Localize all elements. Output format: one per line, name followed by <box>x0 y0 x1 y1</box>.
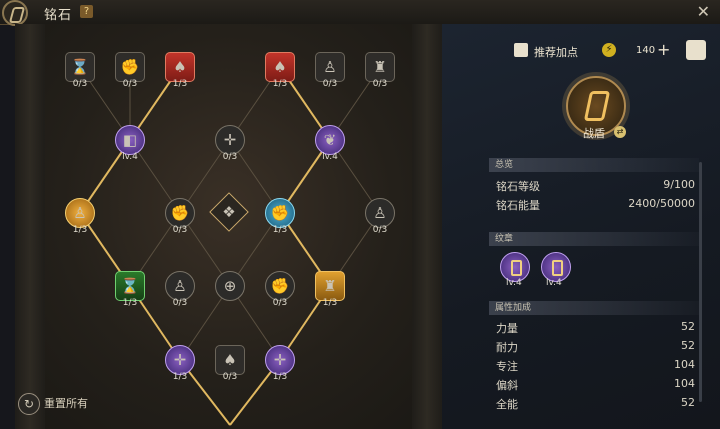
rune-node[interactable]: ✊ <box>115 52 145 82</box>
rune-node-count: lv.4 <box>122 152 138 162</box>
rune-node-icon: ♠ <box>173 58 187 76</box>
attribute-value: 104 <box>674 377 695 390</box>
rune-node-icon: ♙ <box>73 204 87 222</box>
attributes-section-header: 属性加成 <box>489 301 699 315</box>
rune-node[interactable]: ♜ <box>315 271 345 301</box>
rune-node-icon: ❖ <box>222 203 236 221</box>
role-name: 战盾 <box>583 127 605 140</box>
rune-node-icon: ✊ <box>170 204 190 222</box>
rune-node-count: 0/3 <box>272 298 288 308</box>
rune-node-icon: ♜ <box>323 277 337 295</box>
rune-node[interactable]: ✊ <box>165 198 195 228</box>
rune-node[interactable]: ⌛ <box>115 271 145 301</box>
add-points-button[interactable]: + <box>657 40 670 59</box>
rune-node-count: 0/3 <box>172 298 188 308</box>
rune-node-count: 0/3 <box>222 152 238 162</box>
rune-node-icon: ❦ <box>323 131 337 149</box>
rune-node[interactable]: ♠ <box>215 345 245 375</box>
attribute-label: 偏斜 <box>496 379 518 392</box>
rune-node-icon: ✛ <box>273 351 287 369</box>
rune-node-icon: ✛ <box>223 131 237 149</box>
rune-node-count: lv.4 <box>322 152 338 162</box>
rune-node-count: 0/3 <box>172 225 188 235</box>
badges-section-header: 纹章 <box>489 232 699 246</box>
rune-node-icon: ◧ <box>122 131 138 149</box>
panel-scrollbar[interactable] <box>699 162 702 402</box>
rune-node-icon: ♠ <box>273 58 287 76</box>
rune-node-icon: ♙ <box>173 277 187 295</box>
attribute-label: 力量 <box>496 322 518 335</box>
rune-node[interactable]: ♜ <box>365 52 395 82</box>
attribute-value: 52 <box>681 396 695 409</box>
attribute-label: 耐力 <box>496 341 518 354</box>
rune-node-icon: ⊕ <box>223 277 237 295</box>
rune-node-count: 0/3 <box>372 79 388 89</box>
rune-node[interactable]: ✛ <box>165 345 195 375</box>
rune-node[interactable]: ✊ <box>265 271 295 301</box>
overview-label: 铭石等级 <box>496 180 540 193</box>
rune-node[interactable]: ✊ <box>265 198 295 228</box>
overview-value: 2400/50000 <box>628 197 695 210</box>
rune-node[interactable]: ◧ <box>115 125 145 155</box>
rune-node[interactable]: ✛ <box>215 125 245 155</box>
overview-section-header: 总览 <box>489 158 699 172</box>
rune-node-icon: ⌛ <box>70 58 90 76</box>
rune-node-icon: ♙ <box>373 204 387 222</box>
recommend-points-button[interactable]: 推荐加点 <box>534 44 578 60</box>
rune-node-icon: ♜ <box>373 58 387 76</box>
rune-node[interactable]: ♙ <box>365 198 395 228</box>
rune-node-count: 1/3 <box>272 79 288 89</box>
rune-node-count: 1/3 <box>172 372 188 382</box>
overview-value: 9/100 <box>663 178 695 191</box>
reset-all-button[interactable]: 重置所有 <box>44 395 88 411</box>
rune-node[interactable]: ♠ <box>165 52 195 82</box>
attribute-label: 专注 <box>496 360 518 373</box>
rune-node-icon: ♠ <box>223 351 237 369</box>
available-points: 140 <box>636 45 656 56</box>
rune-node[interactable]: ❦ <box>315 125 345 155</box>
rune-node-count: 0/3 <box>322 79 338 89</box>
rune-node[interactable]: ♙ <box>165 271 195 301</box>
reset-icon[interactable]: ↻ <box>18 393 40 415</box>
rune-node-icon: ♙ <box>323 58 337 76</box>
rune-node-count: 1/3 <box>272 225 288 235</box>
rune-node-icon: ✊ <box>120 58 140 76</box>
attribute-value: 104 <box>674 358 695 371</box>
rune-node-count: 1/3 <box>122 298 138 308</box>
rune-node-icon: ✛ <box>173 351 187 369</box>
rune-node[interactable]: ♠ <box>265 52 295 82</box>
attribute-value: 52 <box>681 320 695 333</box>
rune-node-count: 0/3 <box>372 225 388 235</box>
swap-role-button[interactable]: ⇄ <box>614 126 626 138</box>
badge-level: lv.4 <box>546 278 562 288</box>
rune-node-count: 1/3 <box>172 79 188 89</box>
rune-node[interactable]: ♙ <box>315 52 345 82</box>
overview-label: 铭石能量 <box>496 199 540 212</box>
recommend-icon[interactable] <box>514 43 528 57</box>
rune-node-count: 1/3 <box>322 298 338 308</box>
rune-node-icon: ✊ <box>270 277 290 295</box>
attribute-value: 52 <box>681 339 695 352</box>
rune-node[interactable]: ♙ <box>65 198 95 228</box>
rune-node[interactable]: ✛ <box>265 345 295 375</box>
rune-node[interactable]: ⌛ <box>65 52 95 82</box>
rune-node-count: 0/3 <box>122 79 138 89</box>
rune-node[interactable]: ⊕ <box>215 271 245 301</box>
energy-icon: ⚡ <box>602 43 616 57</box>
rune-node-count: 0/3 <box>222 372 238 382</box>
team-icon[interactable] <box>686 40 706 60</box>
rune-node-count: 0/3 <box>72 79 88 89</box>
rune-node-icon: ⌛ <box>120 277 140 295</box>
attribute-label: 全能 <box>496 398 518 411</box>
rune-node-count: 1/3 <box>72 225 88 235</box>
badge-level: lv.4 <box>506 278 522 288</box>
rune-node-icon: ✊ <box>270 204 290 222</box>
rune-node-count: 1/3 <box>272 372 288 382</box>
